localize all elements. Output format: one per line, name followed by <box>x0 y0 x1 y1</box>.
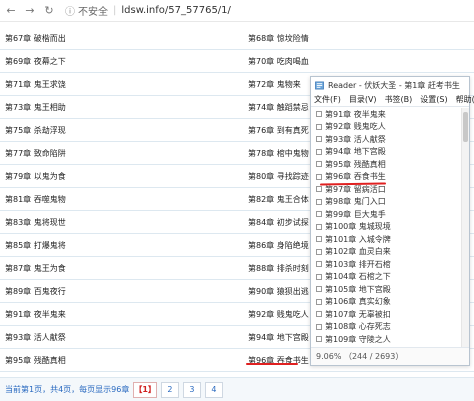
chapter-link[interactable]: 第81章 吞噬鬼物 <box>5 194 66 205</box>
page-link[interactable]: 3 <box>182 381 201 398</box>
chapter-link[interactable]: 第91章 夜半鬼来 <box>5 309 66 320</box>
chapter-link[interactable]: 第90章 猿狈出逃 <box>248 286 309 297</box>
menu-file[interactable]: 文件(F) <box>314 94 341 105</box>
chapter-link[interactable]: 第71章 鬼王求饶 <box>5 79 66 90</box>
toc-item[interactable]: 第98章 鬼门入口 <box>311 196 469 209</box>
toc-bullet-icon <box>316 286 322 293</box>
chapter-link[interactable]: 第70章 吃肉喝血 <box>248 56 309 67</box>
chapter-link[interactable]: 第95章 残酷真相 <box>5 355 66 366</box>
menu-bookmark[interactable]: 书签(B) <box>385 94 413 105</box>
chapter-link[interactable]: 第67章 破楷而出 <box>5 33 66 44</box>
toc-bullet-icon <box>316 148 322 155</box>
insecure-label: 不安全 <box>78 7 108 18</box>
menu-help[interactable]: 帮助(H) <box>456 94 474 105</box>
toc-bullet-icon <box>316 211 322 218</box>
chapter-link[interactable]: 第75章 杀劫浮现 <box>5 125 66 136</box>
chapter-link[interactable]: 第82章 鬼王合体 <box>248 194 309 205</box>
toc-bullet-icon <box>316 123 322 130</box>
toc-bullet-icon <box>316 273 322 280</box>
toc-item[interactable]: 第95章 残酷真相 <box>311 158 469 171</box>
page-info: 当前第1页，共4页，每页显示96章 <box>5 385 130 394</box>
chapter-link[interactable]: 第68章 惊坟险情 <box>248 33 309 44</box>
chapter-link[interactable]: 第80章 寻找踪迹 <box>248 171 309 182</box>
toc-bullet-icon <box>316 198 322 205</box>
menu-settings[interactable]: 设置(S) <box>420 94 447 105</box>
chapter-link[interactable]: 第89章 百鬼夜行 <box>5 286 66 297</box>
chapter-link[interactable]: 第74章 触蹈禁忌 <box>248 102 309 113</box>
chapter-link[interactable]: 第73章 鬼王相助 <box>5 102 66 113</box>
url-text[interactable]: ldsw.info/57_57765/1/ <box>121 5 231 16</box>
browser-toolbar: ← → ↻ ⓘ 不安全 | ldsw.info/57_57765/1/ <box>0 0 474 22</box>
toc-bullet-icon <box>316 248 322 255</box>
toc-item[interactable]: 第91章 夜半鬼来 <box>311 108 469 121</box>
toc-item[interactable]: 第108章 心存死志 <box>311 321 469 334</box>
toc-bullet-icon <box>316 311 322 318</box>
toc-item[interactable]: 第104章 石棺之下 <box>311 271 469 284</box>
chapter-link[interactable]: 第94章 地下宫殿 <box>248 332 309 343</box>
toc-bullet-icon <box>316 223 322 230</box>
chapter-link[interactable]: 第87章 鬼王为食 <box>5 263 66 274</box>
forward-arrow-icon[interactable]: → <box>22 3 38 19</box>
chapter-link[interactable]: 第85章 打爆鬼将 <box>5 240 66 251</box>
toc-bullet-icon <box>316 298 322 305</box>
toc-item[interactable]: 第106章 真实幻象 <box>311 296 469 309</box>
toc-item[interactable]: 第92章 贱鬼吃人 <box>311 121 469 134</box>
menu-toc[interactable]: 目录(V) <box>349 94 377 105</box>
chapter-link[interactable]: 第78章 棺中鬼物 <box>248 148 309 159</box>
toc-bullet-icon <box>316 236 322 243</box>
toc-item[interactable]: 第102章 血灵白来 <box>311 246 469 259</box>
toc-item[interactable]: 第105章 地下宫殿 <box>311 283 469 296</box>
page-link-current[interactable]: 【1】 <box>133 381 157 398</box>
toc-bullet-icon <box>316 161 322 168</box>
table-row: 第69章 夜幕之下 第70章 吃肉喝血 <box>0 50 474 73</box>
page-link[interactable]: 2 <box>160 381 179 398</box>
toc-bullet-icon <box>316 323 322 330</box>
back-arrow-icon[interactable]: ← <box>3 3 19 19</box>
chapter-link[interactable]: 第72章 鬼物来 <box>248 79 301 90</box>
reader-titlebar[interactable]: Reader - 伏妖大圣 - 第1章 赶考书生 <box>311 77 469 93</box>
toc-item[interactable]: 第96章 吞食书生 <box>311 171 469 184</box>
chapter-link[interactable]: 第69章 夜幕之下 <box>5 56 66 67</box>
table-row: 第67章 破楷而出 第68章 惊坟险情 <box>0 27 474 50</box>
reader-status-bar: 9.06% （244 / 2693） <box>311 347 469 365</box>
toc-item[interactable]: 第94章 地下宫殿 <box>311 146 469 159</box>
highlight-underline <box>246 363 298 365</box>
chapter-link[interactable]: 第76章 到有真死 <box>248 125 309 136</box>
chapter-link[interactable]: 第86章 身陷绝境 <box>248 240 309 251</box>
toc-bullet-icon <box>316 261 322 268</box>
address-bar[interactable]: ⓘ 不安全 | ldsw.info/57_57765/1/ <box>65 3 231 19</box>
chapter-link[interactable]: 第79章 以鬼为食 <box>5 171 66 182</box>
address-separator: | <box>113 5 117 16</box>
toc-bullet-icon <box>316 336 322 343</box>
toc-item[interactable]: 第93章 活人献祭 <box>311 133 469 146</box>
toc-bullet-icon <box>316 173 322 180</box>
chapter-link[interactable]: 第83章 鬼将现世 <box>5 217 66 228</box>
scrollbar-thumb[interactable] <box>463 112 468 142</box>
toc-bullet-icon <box>316 111 322 118</box>
chapter-link[interactable]: 第77章 致命陷阱 <box>5 148 66 159</box>
toc-item[interactable]: 第101章 入城令牌 <box>311 233 469 246</box>
toc-item[interactable]: 第109章 守陵之人 <box>311 333 469 346</box>
pagination: 当前第1页，共4页，每页显示96章 【1】 2 3 4 <box>0 377 474 401</box>
reader-title-text: Reader - 伏妖大圣 - 第1章 赶考书生 <box>328 80 460 90</box>
reader-app-icon <box>315 81 324 89</box>
info-warning-icon[interactable]: ⓘ <box>65 3 75 18</box>
toc-item[interactable]: 第103章 排开石棺 <box>311 258 469 271</box>
chapter-link[interactable]: 第84章 初步试探 <box>248 217 309 228</box>
toc-item[interactable]: 第100章 鬼城现境 <box>311 221 469 234</box>
reload-icon[interactable]: ↻ <box>41 3 57 19</box>
reader-scrollbar[interactable] <box>461 108 469 348</box>
reader-toc-list: 第91章 夜半鬼来 第92章 贱鬼吃人 第93章 活人献祭 第94章 地下宫殿 … <box>311 108 469 348</box>
reader-menubar: 文件(F) 目录(V) 书签(B) 设置(S) 帮助(H) <box>311 93 474 107</box>
page-link[interactable]: 4 <box>204 381 223 398</box>
toc-item[interactable]: 第107章 无辜被扣 <box>311 308 469 321</box>
reader-window: Reader - 伏妖大圣 - 第1章 赶考书生 文件(F) 目录(V) 书签(… <box>310 76 474 366</box>
chapter-link[interactable]: 第92章 贱鬼吃人 <box>248 309 309 320</box>
chapter-link[interactable]: 第88章 排杀时刻 <box>248 263 309 274</box>
toc-bullet-icon <box>316 186 322 193</box>
chapter-link[interactable]: 第93章 活人献祭 <box>5 332 66 343</box>
toc-bullet-icon <box>316 136 322 143</box>
toc-item[interactable]: 第99章 巨大鬼手 <box>311 208 469 221</box>
